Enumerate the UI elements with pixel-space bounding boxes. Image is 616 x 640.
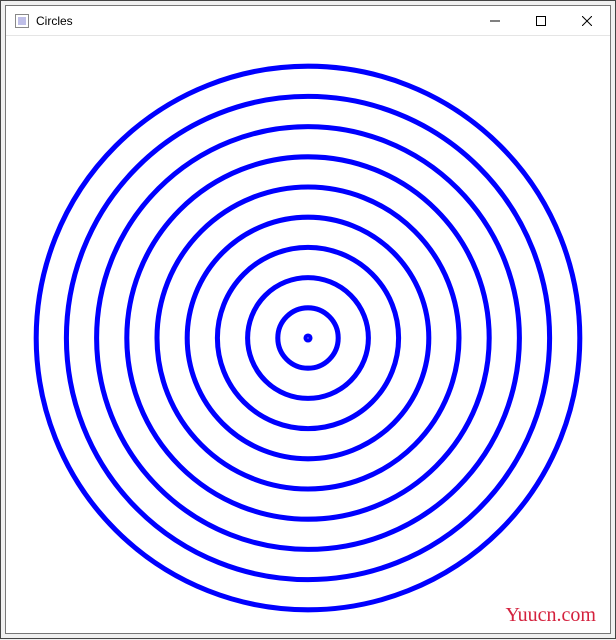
circles-canvas (6, 36, 610, 640)
maximize-button[interactable] (518, 6, 564, 36)
circle-ring (306, 336, 310, 340)
client-area: Yuucn.com (6, 36, 610, 633)
close-button[interactable] (564, 6, 610, 36)
window-title: Circles (36, 14, 73, 28)
application-window: Circles Yuucn.com (5, 5, 611, 634)
minimize-button[interactable] (472, 6, 518, 36)
app-icon (14, 13, 30, 29)
watermark-text: Yuucn.com (505, 604, 596, 627)
titlebar[interactable]: Circles (6, 6, 610, 36)
